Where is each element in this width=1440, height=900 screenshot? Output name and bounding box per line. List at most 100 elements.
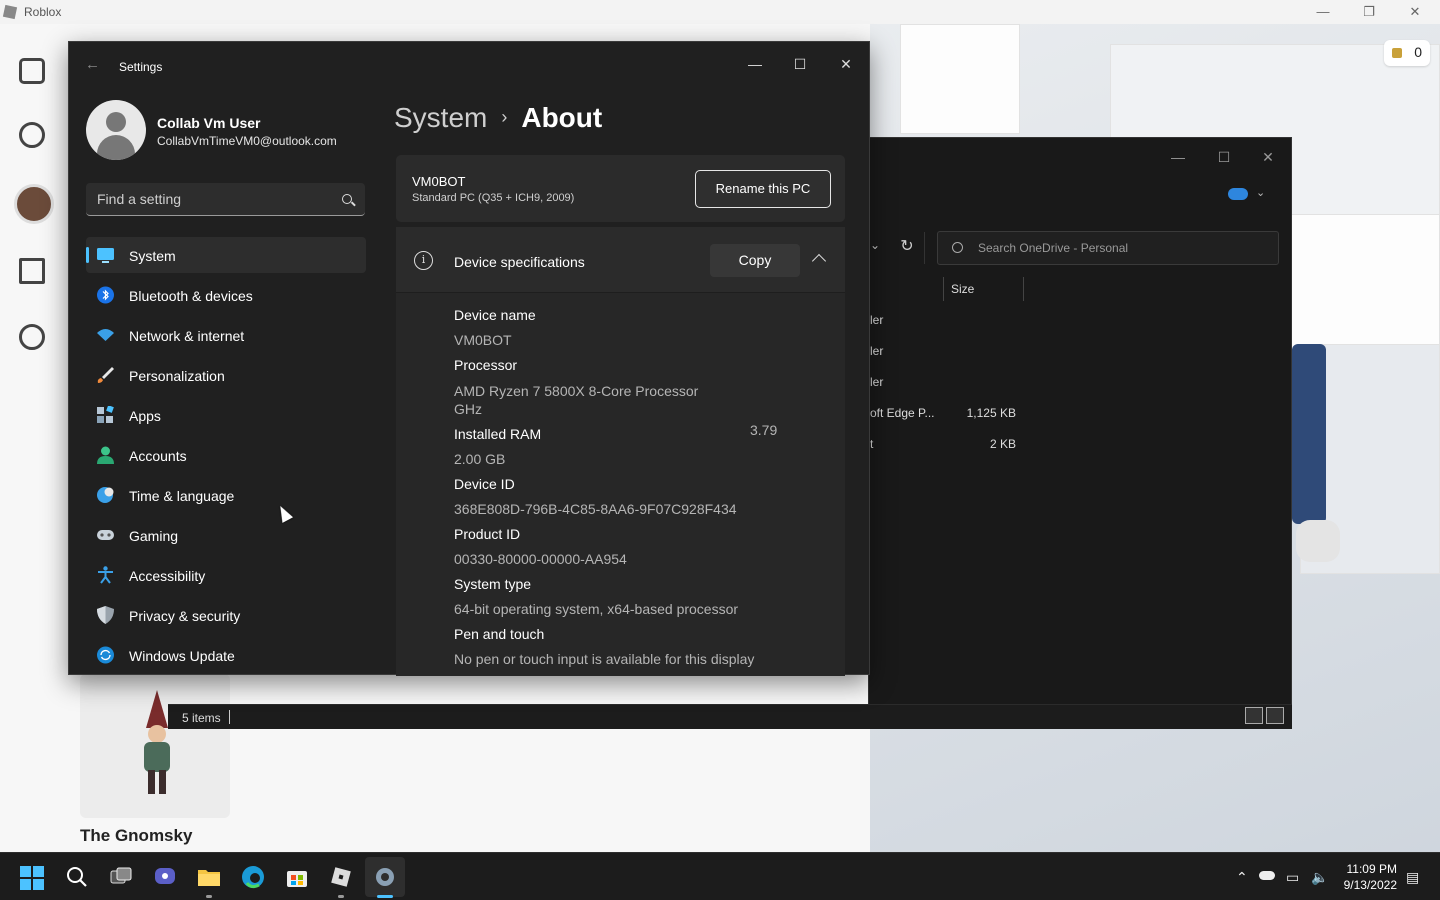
item-count: 5 items [182, 711, 221, 725]
section-title: Device specifications [454, 254, 585, 270]
nav-item-personalization[interactable]: Personalization [86, 357, 366, 393]
nav-item-time-language[interactable]: Time & language [86, 477, 366, 513]
user-email: CollabVmTimeVM0@outlook.com [157, 134, 337, 148]
search-icon[interactable] [65, 865, 89, 889]
edge-browser-icon[interactable] [241, 865, 265, 889]
spec-label: Product ID [454, 526, 521, 542]
settings-titlebar: ← Settings — ☐ ✕ [69, 42, 869, 90]
avatar-icon[interactable] [14, 184, 54, 224]
chevron-down-icon[interactable]: ⌄ [1256, 186, 1265, 199]
more-icon[interactable] [19, 324, 45, 350]
spec-value: 00330-80000-00000-AA954 [454, 551, 627, 567]
minimize-button[interactable]: — [732, 48, 778, 80]
maximize-button[interactable]: ☐ [1201, 144, 1247, 170]
spec-value: 3.79 [750, 422, 778, 438]
chat-icon[interactable] [153, 865, 177, 889]
nav-item-label: Gaming [129, 528, 179, 544]
close-button[interactable]: ✕ [823, 48, 869, 80]
close-button[interactable]: ✕ [1392, 2, 1438, 22]
rename-pc-button[interactable]: Rename this PC [695, 170, 831, 208]
brush-icon [97, 367, 114, 383]
nav-item-accessibility[interactable]: Accessibility [86, 557, 366, 593]
notifications-icon[interactable]: ▤ [1406, 869, 1419, 886]
info-icon: i [414, 251, 433, 270]
minimize-button[interactable]: — [1155, 144, 1201, 170]
breadcrumb-parent[interactable]: System [394, 102, 487, 133]
person-icon [97, 446, 114, 464]
task-view-icon[interactable] [109, 865, 133, 889]
nav-item-bluetooth[interactable]: Bluetooth & devices [86, 277, 366, 313]
search-icon[interactable] [342, 194, 352, 204]
close-button[interactable]: ✕ [1245, 144, 1291, 170]
scene-block [900, 24, 1020, 134]
nav-item-apps[interactable]: Apps [86, 397, 366, 433]
roblox-sidebar [0, 24, 68, 852]
column-header-size[interactable]: Size [943, 277, 1024, 301]
restore-button[interactable]: ❐ [1346, 2, 1392, 22]
file-row-name[interactable]: ler [870, 313, 883, 327]
play-icon[interactable] [19, 122, 45, 148]
nav-item-gaming[interactable]: Gaming [86, 517, 366, 553]
chat-icon[interactable] [19, 258, 45, 284]
minimize-button[interactable]: — [1300, 2, 1346, 22]
spec-label: Device name [454, 307, 536, 323]
pc-name-card: VM0BOT Standard PC (Q35 + ICH9, 2009) Re… [396, 155, 845, 222]
search-placeholder: Search OneDrive - Personal [978, 241, 1129, 255]
pc-name: VM0BOT [412, 174, 466, 189]
device-specifications-header[interactable]: i Device specifications Copy [396, 227, 845, 293]
file-row-size: 1,125 KB [966, 406, 1016, 420]
store-icon[interactable] [285, 865, 309, 889]
nav-item-windows-update[interactable]: Windows Update [86, 637, 366, 673]
home-icon[interactable] [19, 58, 45, 84]
spec-value: VM0BOT [454, 332, 512, 348]
spec-value: 2.00 GB [454, 451, 506, 467]
spec-label: Pen and touch [454, 626, 545, 642]
nav-item-privacy[interactable]: Privacy & security [86, 597, 366, 633]
file-explorer-icon[interactable] [197, 865, 221, 889]
nav-item-system[interactable]: System [86, 237, 366, 273]
copy-button[interactable]: Copy [710, 244, 800, 277]
nav-item-accounts[interactable]: Accounts [86, 437, 366, 473]
nav-item-network[interactable]: Network & internet [86, 317, 366, 353]
file-row-name[interactable]: oft Edge P... [870, 406, 935, 420]
chevron-up-icon[interactable] [811, 253, 827, 269]
file-row-name[interactable]: ler [870, 344, 883, 358]
start-button[interactable] [20, 866, 44, 890]
settings-gear-icon[interactable] [373, 865, 397, 889]
chevron-up-icon[interactable]: ⌃ [1236, 869, 1248, 886]
scene-block [1290, 214, 1440, 364]
back-arrow-icon[interactable]: ← [85, 56, 100, 73]
find-setting-input[interactable] [86, 183, 326, 215]
robux-icon [1392, 48, 1402, 58]
roblox-icon[interactable] [329, 865, 353, 889]
maximize-button[interactable]: ☐ [777, 48, 823, 80]
robux-balance[interactable]: 0 [1384, 40, 1430, 66]
bluetooth-icon [97, 286, 114, 304]
file-row-name[interactable]: ler [870, 375, 883, 389]
network-icon[interactable]: ▭ [1286, 869, 1299, 886]
find-setting-search [86, 183, 365, 216]
clock[interactable]: 11:09 PM 9/13/2022 [1339, 861, 1397, 893]
spec-label: Device ID [454, 476, 515, 492]
page-title: About [521, 102, 603, 133]
divider [924, 232, 925, 264]
volume-icon[interactable]: 🔈 [1311, 869, 1328, 886]
details-view-icon[interactable] [1245, 707, 1263, 724]
device-specifications-card: i Device specifications Copy Device name… [396, 227, 845, 676]
avatar[interactable] [86, 100, 146, 160]
refresh-icon[interactable]: ↻ [894, 236, 920, 260]
roblox-window-title: Roblox [24, 5, 62, 19]
file-row-name[interactable]: t [870, 437, 873, 451]
chevron-down-icon[interactable]: ⌄ [870, 238, 880, 252]
monitor-icon [97, 248, 114, 263]
tiles-view-icon[interactable] [1266, 707, 1284, 724]
item-title[interactable]: The Gnomsky [80, 826, 192, 846]
apps-icon [97, 406, 114, 423]
nav-item-label: Apps [129, 408, 161, 424]
user-name: Collab Vm User [157, 115, 261, 131]
running-indicator [338, 895, 344, 898]
onedrive-cloud-icon[interactable] [1228, 188, 1248, 200]
onedrive-icon[interactable] [1259, 871, 1275, 880]
onedrive-search-input[interactable]: Search OneDrive - Personal [937, 231, 1279, 265]
spec-label: System type [454, 576, 532, 592]
